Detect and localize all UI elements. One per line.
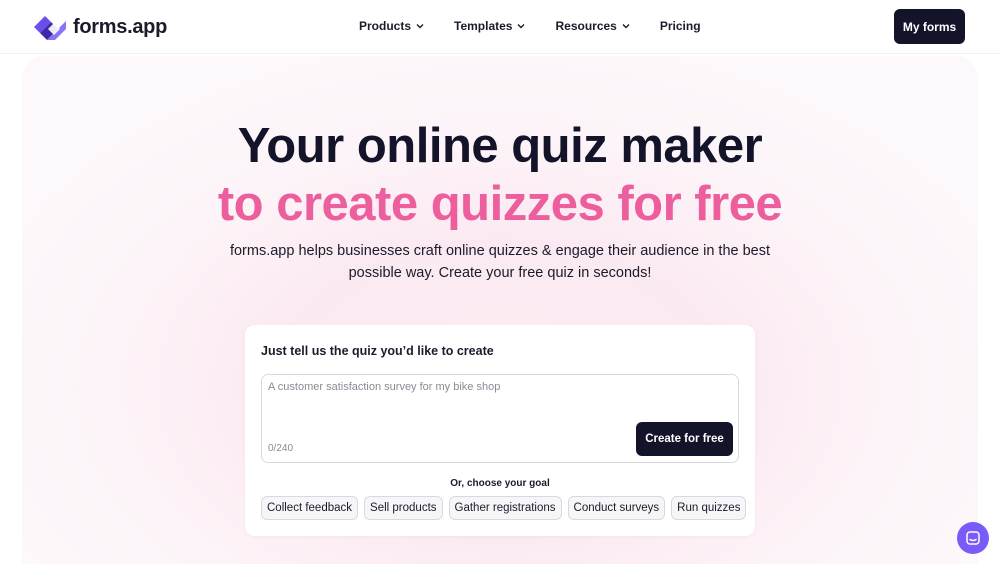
logo[interactable]: forms.app <box>34 13 167 41</box>
goal-chip-collect-feedback[interactable]: Collect feedback <box>261 496 359 520</box>
chevron-down-icon <box>622 24 630 29</box>
nav-products-label: Products <box>359 19 412 33</box>
nav-templates-label: Templates <box>454 19 513 33</box>
nav-products[interactable]: Products <box>359 19 424 33</box>
nav-links: Products Templates Resources Pricing <box>359 19 701 33</box>
quiz-prompt-input[interactable] <box>268 381 628 421</box>
char-counter: 0/240 <box>268 443 294 454</box>
goal-chip-run-quizzes[interactable]: Run quizzes <box>671 496 747 520</box>
brand-name: forms.app <box>73 15 167 38</box>
nav-pricing-label: Pricing <box>659 19 701 33</box>
goal-chip-gather-registrations[interactable]: Gather registrations <box>448 496 562 520</box>
nav-pricing[interactable]: Pricing <box>660 19 701 33</box>
goal-chip-conduct-surveys[interactable]: Conduct surveys <box>567 496 666 520</box>
quiz-prompt-box: 0/240 Create for free <box>261 374 739 463</box>
goal-chips: Collect feedback Sell products Gather re… <box>261 496 747 520</box>
goal-chip-sell-products[interactable]: Sell products <box>364 496 443 520</box>
quiz-generator-card: Just tell us the quiz you’d like to crea… <box>245 325 755 536</box>
chat-icon <box>966 531 980 545</box>
forms-app-logo-icon <box>34 16 66 40</box>
chat-launcher-button[interactable] <box>957 522 989 554</box>
top-navbar: forms.app Products Templates Resources P… <box>0 0 1000 54</box>
chevron-down-icon <box>517 24 525 29</box>
hero-title-line1: Your online quiz maker <box>237 119 763 173</box>
prompt-label: Just tell us the quiz you’d like to crea… <box>261 344 494 358</box>
hero-title-line2: to create quizzes for free <box>217 177 783 231</box>
hero-subtitle: forms.app helps businesses craft online … <box>229 243 771 281</box>
nav-resources-label: Resources <box>555 19 617 33</box>
create-for-free-button[interactable]: Create for free <box>636 422 733 456</box>
nav-resources[interactable]: Resources <box>555 19 630 33</box>
chevron-down-icon <box>416 24 424 29</box>
nav-templates[interactable]: Templates <box>454 19 525 33</box>
my-forms-button[interactable]: My forms <box>894 9 965 44</box>
goal-label: Or, choose your goal <box>450 478 550 489</box>
